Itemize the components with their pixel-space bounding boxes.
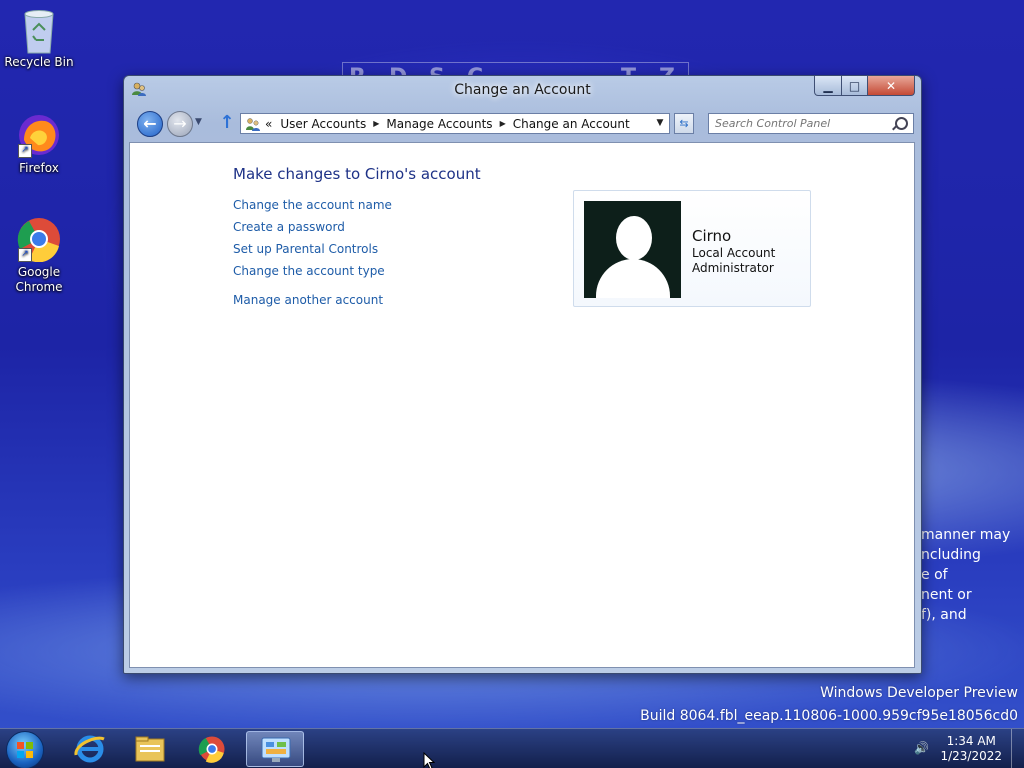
change-account-type-link[interactable]: Change the account type xyxy=(233,264,385,278)
bg-line: ncluding xyxy=(921,547,981,563)
account-card: Cirno Local Account Administrator xyxy=(573,190,811,307)
taskbar-control-panel[interactable] xyxy=(246,731,304,767)
address-bar[interactable]: « User Accounts ▶ Manage Accounts ▶ Chan… xyxy=(240,113,670,134)
change-account-name-link[interactable]: Change the account name xyxy=(233,198,392,212)
avatar xyxy=(584,201,681,298)
history-dropdown-icon[interactable]: ▼ xyxy=(195,117,202,127)
chrome-icon: ↗ xyxy=(16,216,62,263)
refresh-button[interactable]: ⇆ xyxy=(674,113,694,134)
up-arrow-icon[interactable]: ↑ xyxy=(218,112,236,134)
bg-line: manner may xyxy=(921,527,1011,543)
desktop-icon-google-chrome[interactable]: ↗ Google Chrome xyxy=(4,216,74,295)
change-account-window: Change an Account ▁ □ ✕ ← → ▼ ↑ « User A… xyxy=(123,75,922,674)
breadcrumb-overflow[interactable]: « xyxy=(265,117,272,131)
search-input[interactable] xyxy=(715,116,885,130)
chrome-icon xyxy=(198,736,225,763)
clock-time: 1:34 AM xyxy=(946,734,996,748)
windows-logo-icon xyxy=(17,742,33,758)
firefox-icon: ↗ xyxy=(16,112,62,158)
address-dropdown-icon[interactable]: ▼ xyxy=(651,114,669,133)
desktop-icon-label: Google Chrome xyxy=(15,265,63,294)
taskbar-google-chrome[interactable] xyxy=(186,731,238,767)
system-clock[interactable]: 1:34 AM 1/23/2022 xyxy=(940,734,1002,764)
create-password-link[interactable]: Create a password xyxy=(233,220,345,234)
breadcrumb-change-account[interactable]: Change an Account xyxy=(513,117,630,131)
page-title: Make changes to Cirno's account xyxy=(233,165,481,183)
bg-line: e of xyxy=(921,567,948,583)
taskbar-internet-explorer[interactable] xyxy=(64,731,116,767)
control-panel-icon xyxy=(245,117,261,131)
search-box xyxy=(708,113,914,134)
shortcut-arrow-icon: ↗ xyxy=(18,144,32,158)
maximize-button[interactable]: □ xyxy=(842,76,868,96)
bg-line: nent or xyxy=(921,587,972,603)
recycle-bin-icon xyxy=(16,6,62,54)
folder-icon xyxy=(135,736,165,762)
user-silhouette-body xyxy=(596,259,670,298)
parental-controls-link[interactable]: Set up Parental Controls xyxy=(233,242,378,256)
clock-date: 1/23/2022 xyxy=(940,749,1002,763)
volume-icon[interactable]: 🔊 xyxy=(914,741,930,757)
internet-explorer-icon xyxy=(74,735,105,763)
mouse-cursor-icon xyxy=(423,752,435,768)
desktop-icon-label: Recycle Bin xyxy=(4,55,74,69)
content-pane: Make changes to Cirno's account Change t… xyxy=(129,142,915,668)
forward-button[interactable]: → xyxy=(167,111,193,137)
watermark-line1: Windows Developer Preview xyxy=(820,685,1018,701)
close-button[interactable]: ✕ xyxy=(868,76,915,96)
breadcrumb-separator-icon[interactable]: ▶ xyxy=(373,119,379,128)
user-silhouette-head xyxy=(616,216,652,260)
desktop-icon-firefox[interactable]: ↗ Firefox xyxy=(4,112,74,176)
back-button[interactable]: ← xyxy=(137,111,163,137)
taskbar-file-explorer[interactable] xyxy=(124,731,176,767)
window-controls: ▁ □ ✕ xyxy=(814,76,915,96)
breadcrumb-manage-accounts[interactable]: Manage Accounts xyxy=(386,117,492,131)
watermark-line2: Build 8064.fbl_eeap.110806-1000.959cf95e… xyxy=(640,708,1018,724)
manage-another-account-link[interactable]: Manage another account xyxy=(233,293,383,307)
minimize-button[interactable]: ▁ xyxy=(814,76,842,96)
account-type: Local Account xyxy=(692,246,776,260)
bg-line: f), and xyxy=(921,607,967,623)
desktop-icon-recycle-bin[interactable]: Recycle Bin xyxy=(4,6,74,70)
desktop-icon-label: Firefox xyxy=(19,161,59,175)
account-role: Administrator xyxy=(692,261,774,275)
control-panel-icon xyxy=(261,737,291,762)
navigation-bar: ← → ▼ ↑ « User Accounts ▶ Manage Account… xyxy=(124,108,921,138)
breadcrumb-user-accounts[interactable]: User Accounts xyxy=(280,117,366,131)
show-desktop-button[interactable] xyxy=(1011,729,1024,768)
breadcrumb-separator-icon[interactable]: ▶ xyxy=(500,119,506,128)
window-title: Change an Account xyxy=(454,82,591,98)
account-name: Cirno xyxy=(692,227,732,245)
search-icon[interactable] xyxy=(895,117,908,130)
taskbar: 🔊 1:34 AM 1/23/2022 xyxy=(0,728,1024,768)
start-button[interactable] xyxy=(6,731,44,768)
title-bar[interactable]: Change an Account ▁ □ ✕ xyxy=(124,76,921,104)
shortcut-arrow-icon: ↗ xyxy=(18,248,32,262)
background-side-text: manner may ncluding e of nent or f), and xyxy=(921,525,1024,625)
